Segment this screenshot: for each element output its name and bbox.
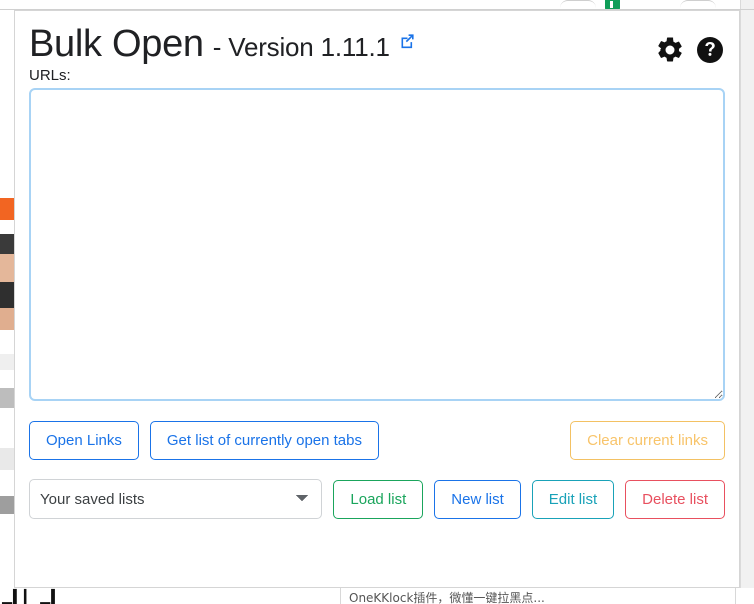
background-page-text: OneKKlock插件，微懂一键拉黑点... (349, 591, 545, 604)
header-icon-group (655, 25, 725, 65)
version-label: - Version 1.11.1 (212, 32, 390, 62)
load-list-button[interactable]: Load list (333, 479, 424, 519)
background-page-bottom-strip: ▁▍▎ ▁▍ OneKKlock插件，微懂一键拉黑点... (0, 588, 754, 604)
clear-current-links-button[interactable]: Clear current links (570, 421, 725, 460)
urls-input[interactable] (29, 88, 725, 401)
popup-header: Bulk Open - Version 1.11.1 (15, 11, 739, 65)
help-circle-icon[interactable] (695, 35, 725, 65)
urls-label: URLs: (29, 67, 71, 84)
browser-page: ▁▍▎ ▁▍ OneKKlock插件，微懂一键拉黑点... Bulk Open … (0, 0, 754, 604)
background-bar-glyphs: ▁▍▎ ▁▍ (2, 590, 63, 604)
edit-list-button[interactable]: Edit list (531, 479, 615, 519)
delete-list-button[interactable]: Delete list (625, 479, 725, 519)
background-page-left-strip (0, 0, 14, 604)
background-page-right-strip (740, 0, 754, 604)
page-title: Bulk Open (29, 23, 204, 65)
open-links-button[interactable]: Open Links (29, 421, 139, 460)
external-link-icon[interactable] (399, 32, 416, 49)
extension-badge-mark (610, 1, 613, 8)
actions-row: Open Links Get list of currently open ta… (15, 421, 739, 460)
saved-lists-select[interactable]: Your saved lists (29, 479, 323, 519)
bulk-open-popup: Bulk Open - Version 1.11.1 URLs: Open Li… (14, 10, 740, 588)
urls-textarea-wrap (15, 88, 739, 401)
gear-icon[interactable] (655, 35, 685, 65)
saved-lists-row: Your saved lists Load list New list Edit… (15, 479, 739, 519)
new-list-button[interactable]: New list (434, 479, 521, 519)
get-open-tabs-button[interactable]: Get list of currently open tabs (149, 421, 379, 460)
title-group: Bulk Open - Version 1.11.1 (29, 23, 655, 65)
